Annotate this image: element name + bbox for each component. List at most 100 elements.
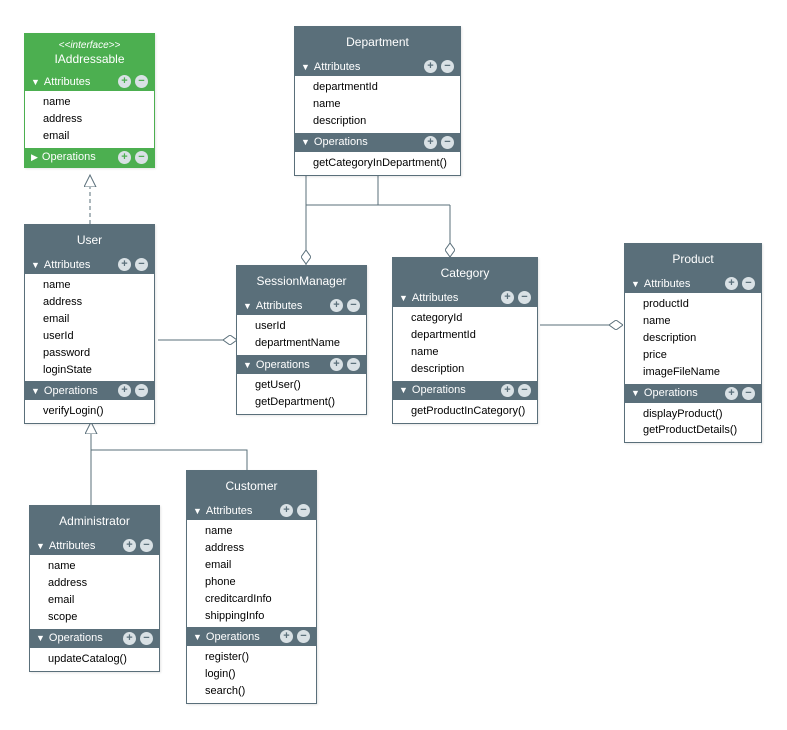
minus-icon[interactable]: −	[742, 277, 755, 290]
attributes-header[interactable]: ▼ Attributes + −	[393, 288, 537, 307]
minus-icon[interactable]: −	[742, 387, 755, 400]
operations-header[interactable]: ▼ Operations + −	[187, 627, 316, 646]
op-row: verifyLogin()	[25, 403, 154, 420]
class-title: <<interface>> IAddressable	[25, 34, 154, 72]
chevron-down-icon: ▼	[631, 279, 640, 289]
operations-body: updateCatalog()	[30, 648, 159, 671]
plus-icon[interactable]: +	[725, 277, 738, 290]
plus-icon[interactable]: +	[118, 151, 131, 164]
minus-icon[interactable]: −	[441, 136, 454, 149]
plus-icon[interactable]: +	[424, 136, 437, 149]
operations-body: getCategoryInDepartment()	[295, 152, 460, 175]
attributes-body: productId name description price imageFi…	[625, 293, 761, 383]
operations-label: Operations	[256, 359, 326, 371]
class-name: User	[77, 233, 102, 247]
attributes-header[interactable]: ▼ Attributes + −	[295, 57, 460, 76]
chevron-down-icon: ▼	[301, 62, 310, 72]
attr-row: address	[25, 111, 154, 128]
operations-header[interactable]: ▼ Operations + −	[295, 133, 460, 152]
attributes-header[interactable]: ▼ Attributes + −	[30, 536, 159, 555]
attributes-label: Attributes	[256, 300, 326, 312]
attr-row: email	[25, 128, 154, 145]
class-title: User	[25, 225, 154, 255]
attributes-body: name address email phone creditcardInfo …	[187, 520, 316, 627]
class-sessionmanager[interactable]: SessionManager ▼ Attributes + − userId d…	[236, 265, 367, 415]
plus-icon[interactable]: +	[123, 539, 136, 552]
chevron-down-icon: ▼	[36, 633, 45, 643]
attr-row: name	[295, 96, 460, 113]
chevron-down-icon: ▼	[631, 388, 640, 398]
attributes-body: categoryId departmentId name description	[393, 307, 537, 380]
attr-row: categoryId	[393, 310, 537, 327]
operations-label: Operations	[644, 387, 721, 399]
attributes-header[interactable]: ▼ Attributes + −	[25, 72, 154, 91]
chevron-down-icon: ▼	[31, 260, 40, 270]
class-user[interactable]: User ▼ Attributes + − name address email…	[24, 224, 155, 424]
plus-icon[interactable]: +	[501, 291, 514, 304]
operations-header[interactable]: ▼ Operations + −	[393, 381, 537, 400]
attr-row: price	[625, 347, 761, 364]
operations-header[interactable]: ▶ Operations + −	[25, 148, 154, 167]
attributes-body: name address email scope	[30, 555, 159, 628]
attributes-header[interactable]: ▼ Attributes + −	[25, 255, 154, 274]
class-iaddressable[interactable]: <<interface>> IAddressable ▼ Attributes …	[24, 33, 155, 168]
op-row: getUser()	[237, 377, 366, 394]
plus-icon[interactable]: +	[123, 632, 136, 645]
attributes-header[interactable]: ▼ Attributes + −	[237, 296, 366, 315]
minus-icon[interactable]: −	[347, 299, 360, 312]
operations-label: Operations	[206, 631, 276, 643]
minus-icon[interactable]: −	[347, 358, 360, 371]
attributes-label: Attributes	[206, 505, 276, 517]
attr-row: scope	[30, 609, 159, 626]
attr-row: description	[625, 330, 761, 347]
class-product[interactable]: Product ▼ Attributes + − productId name …	[624, 243, 762, 443]
plus-icon[interactable]: +	[424, 60, 437, 73]
operations-body: register() login() search()	[187, 646, 316, 703]
attr-row: address	[187, 540, 316, 557]
plus-icon[interactable]: +	[501, 384, 514, 397]
attr-row: departmentId	[295, 79, 460, 96]
class-title: Category	[393, 258, 537, 288]
minus-icon[interactable]: −	[135, 151, 148, 164]
minus-icon[interactable]: −	[518, 291, 531, 304]
op-row: getProductDetails()	[625, 422, 761, 439]
chevron-down-icon: ▼	[31, 386, 40, 396]
plus-icon[interactable]: +	[280, 630, 293, 643]
minus-icon[interactable]: −	[135, 384, 148, 397]
class-category[interactable]: Category ▼ Attributes + − categoryId dep…	[392, 257, 538, 424]
attr-row: creditcardInfo	[187, 591, 316, 608]
chevron-down-icon: ▼	[193, 632, 202, 642]
minus-icon[interactable]: −	[140, 539, 153, 552]
attr-row: imageFileName	[625, 364, 761, 381]
attr-row: address	[25, 294, 154, 311]
attributes-header[interactable]: ▼ Attributes + −	[625, 274, 761, 293]
minus-icon[interactable]: −	[441, 60, 454, 73]
attributes-header[interactable]: ▼ Attributes + −	[187, 501, 316, 520]
class-customer[interactable]: Customer ▼ Attributes + − name address e…	[186, 470, 317, 704]
plus-icon[interactable]: +	[280, 504, 293, 517]
operations-header[interactable]: ▼ Operations + −	[25, 381, 154, 400]
plus-icon[interactable]: +	[330, 299, 343, 312]
minus-icon[interactable]: −	[297, 504, 310, 517]
minus-icon[interactable]: −	[135, 75, 148, 88]
attributes-body: userId departmentName	[237, 315, 366, 355]
plus-icon[interactable]: +	[330, 358, 343, 371]
class-administrator[interactable]: Administrator ▼ Attributes + − name addr…	[29, 505, 160, 672]
minus-icon[interactable]: −	[135, 258, 148, 271]
operations-header[interactable]: ▼ Operations + −	[237, 355, 366, 374]
class-title: Administrator	[30, 506, 159, 536]
plus-icon[interactable]: +	[118, 258, 131, 271]
operations-header[interactable]: ▼ Operations + −	[625, 384, 761, 403]
operations-header[interactable]: ▼ Operations + −	[30, 629, 159, 648]
operations-label: Operations	[49, 632, 119, 644]
attributes-label: Attributes	[44, 259, 114, 271]
minus-icon[interactable]: −	[518, 384, 531, 397]
plus-icon[interactable]: +	[118, 384, 131, 397]
plus-icon[interactable]: +	[118, 75, 131, 88]
attr-row: phone	[187, 574, 316, 591]
attr-row: loginState	[25, 362, 154, 379]
minus-icon[interactable]: −	[140, 632, 153, 645]
class-department[interactable]: Department ▼ Attributes + − departmentId…	[294, 26, 461, 176]
minus-icon[interactable]: −	[297, 630, 310, 643]
plus-icon[interactable]: +	[725, 387, 738, 400]
